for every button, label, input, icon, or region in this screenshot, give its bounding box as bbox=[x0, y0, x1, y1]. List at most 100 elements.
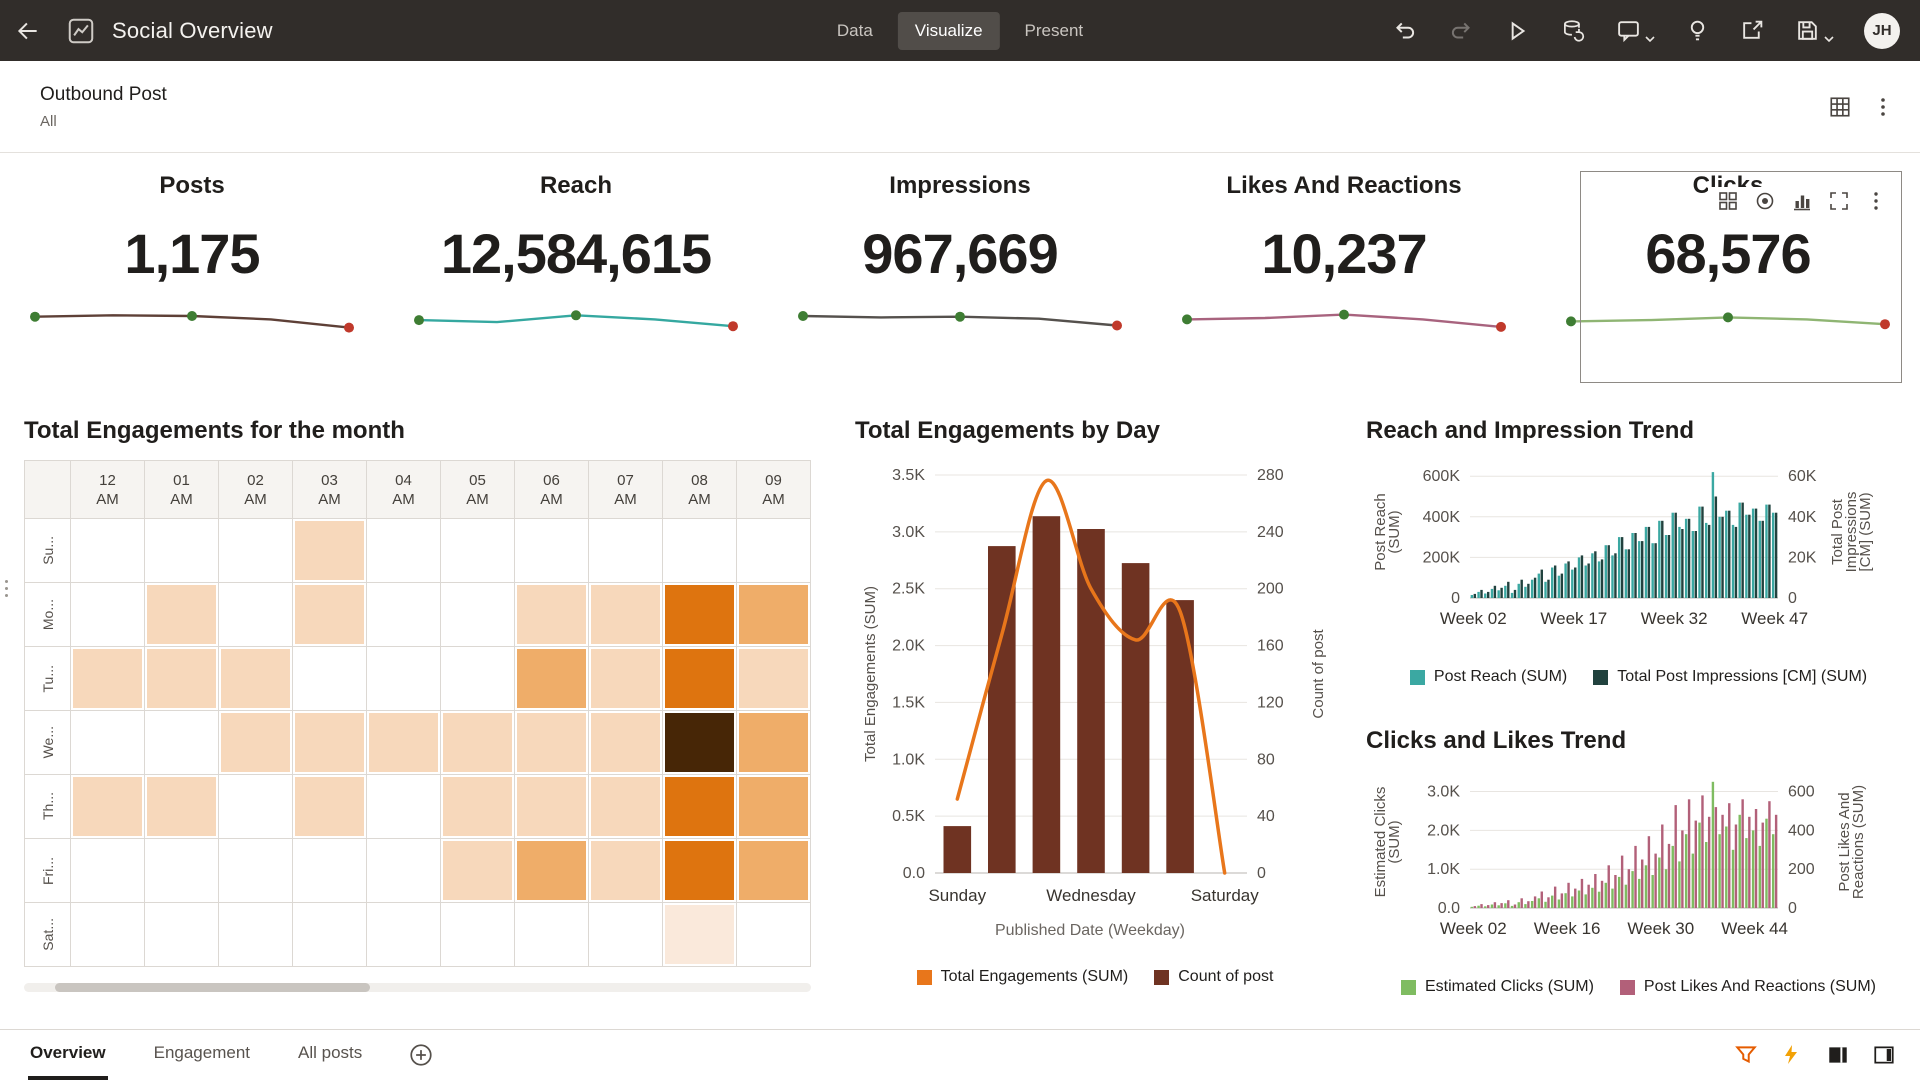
canvas-tab-overview[interactable]: Overview bbox=[28, 1030, 108, 1080]
kpi-tile-likes-and-reactions[interactable]: Likes And Reactions10,237 bbox=[1152, 171, 1536, 383]
layout-left-button[interactable] bbox=[1826, 1043, 1850, 1067]
heatmap-cell[interactable] bbox=[441, 903, 515, 967]
export-button[interactable] bbox=[1740, 18, 1765, 43]
heatmap-cell[interactable] bbox=[515, 903, 589, 967]
heatmap-cell[interactable] bbox=[441, 647, 515, 711]
heatmap-cell[interactable] bbox=[663, 775, 737, 839]
more-options-button[interactable] bbox=[1864, 189, 1888, 213]
heatmap-cell[interactable] bbox=[219, 519, 293, 583]
auto-apply-button[interactable] bbox=[1780, 1043, 1804, 1067]
panel-resize-handle[interactable] bbox=[2, 580, 10, 597]
heatmap-cell[interactable] bbox=[145, 711, 219, 775]
heatmap-cell[interactable] bbox=[737, 583, 811, 647]
heatmap-cell[interactable] bbox=[441, 519, 515, 583]
heatmap-cell[interactable] bbox=[219, 903, 293, 967]
canvas-tab-all-posts[interactable]: All posts bbox=[296, 1030, 364, 1080]
refresh-data-button[interactable] bbox=[1560, 18, 1586, 44]
heatmap-cell[interactable] bbox=[145, 775, 219, 839]
heatmap-cell[interactable] bbox=[219, 583, 293, 647]
heatmap-cell[interactable] bbox=[293, 647, 367, 711]
view-data-button[interactable] bbox=[1716, 189, 1740, 213]
heatmap-cell[interactable] bbox=[219, 839, 293, 903]
heatmap-cell[interactable] bbox=[145, 583, 219, 647]
kpi-tile-reach[interactable]: Reach12,584,615 bbox=[384, 171, 768, 383]
scrollbar-thumb[interactable] bbox=[55, 983, 370, 992]
user-avatar[interactable]: JH bbox=[1864, 13, 1900, 49]
heatmap-cell[interactable] bbox=[589, 775, 663, 839]
heatmap-cell[interactable] bbox=[737, 775, 811, 839]
heatmap-cell[interactable] bbox=[515, 775, 589, 839]
heatmap-cell[interactable] bbox=[663, 711, 737, 775]
heatmap-cell[interactable] bbox=[293, 583, 367, 647]
kpi-tile-posts[interactable]: Posts1,175 bbox=[0, 171, 384, 383]
heatmap-cell[interactable] bbox=[367, 775, 441, 839]
more-options-button[interactable] bbox=[1872, 96, 1894, 118]
heatmap-cell[interactable] bbox=[515, 839, 589, 903]
heatmap-cell[interactable] bbox=[71, 711, 145, 775]
heatmap-cell[interactable] bbox=[737, 711, 811, 775]
heatmap-cell[interactable] bbox=[293, 839, 367, 903]
heatmap-cell[interactable] bbox=[589, 647, 663, 711]
redo-button[interactable] bbox=[1448, 18, 1474, 44]
heatmap-cell[interactable] bbox=[589, 903, 663, 967]
mode-tab-data[interactable]: Data bbox=[820, 12, 890, 50]
heatmap-cell[interactable] bbox=[293, 519, 367, 583]
kpi-tile-clicks[interactable]: Clicks68,576 bbox=[1536, 171, 1920, 383]
heatmap-cell[interactable] bbox=[737, 519, 811, 583]
heatmap-cell[interactable] bbox=[145, 903, 219, 967]
heatmap-cell[interactable] bbox=[663, 647, 737, 711]
heatmap-cell[interactable] bbox=[219, 647, 293, 711]
heatmap-cell[interactable] bbox=[515, 583, 589, 647]
heatmap-cell[interactable] bbox=[441, 839, 515, 903]
add-canvas-button[interactable] bbox=[406, 1040, 436, 1070]
back-button[interactable] bbox=[0, 0, 56, 61]
heatmap-cell[interactable] bbox=[367, 519, 441, 583]
grid-view-button[interactable] bbox=[1828, 95, 1852, 119]
heatmap-cell[interactable] bbox=[367, 903, 441, 967]
heatmap-cell[interactable] bbox=[441, 711, 515, 775]
heatmap-cell[interactable] bbox=[589, 583, 663, 647]
heatmap-cell[interactable] bbox=[663, 903, 737, 967]
undo-button[interactable] bbox=[1392, 18, 1418, 44]
heatmap-cell[interactable] bbox=[737, 903, 811, 967]
heatmap-cell[interactable] bbox=[737, 647, 811, 711]
heatmap-cell[interactable] bbox=[589, 519, 663, 583]
run-button[interactable] bbox=[1504, 18, 1530, 44]
heatmap-cell[interactable] bbox=[145, 647, 219, 711]
heatmap-cell[interactable] bbox=[589, 711, 663, 775]
heatmap-cell[interactable] bbox=[71, 839, 145, 903]
heatmap-cell[interactable] bbox=[219, 775, 293, 839]
heatmap-cell[interactable] bbox=[219, 711, 293, 775]
by-day-chart[interactable]: 0.000.5K401.0K801.5K1202.0K1602.5K2003.0… bbox=[855, 450, 1335, 920]
insights-button[interactable] bbox=[1685, 18, 1710, 43]
heatmap-cell[interactable] bbox=[515, 519, 589, 583]
heatmap-cell[interactable] bbox=[515, 711, 589, 775]
heatmap-cell[interactable] bbox=[663, 519, 737, 583]
heatmap-cell[interactable] bbox=[441, 775, 515, 839]
clicks-trend-chart[interactable]: 0.001.0K2002.0K4003.0K600Week 02Week 16W… bbox=[1366, 760, 1911, 970]
canvas-tab-engagement[interactable]: Engagement bbox=[152, 1030, 252, 1080]
layout-right-button[interactable] bbox=[1872, 1043, 1896, 1067]
heatmap-cell[interactable] bbox=[367, 839, 441, 903]
maximize-button[interactable] bbox=[1827, 189, 1851, 213]
heatmap-cell[interactable] bbox=[145, 519, 219, 583]
heatmap-cell[interactable] bbox=[737, 839, 811, 903]
heatmap-cell[interactable] bbox=[293, 775, 367, 839]
focus-button[interactable] bbox=[1753, 189, 1777, 213]
heatmap-cell[interactable] bbox=[293, 711, 367, 775]
save-button[interactable] bbox=[1795, 18, 1834, 43]
comments-button[interactable] bbox=[1616, 18, 1655, 43]
heatmap-cell[interactable] bbox=[71, 647, 145, 711]
heatmap-cell[interactable] bbox=[441, 583, 515, 647]
chart-type-button[interactable] bbox=[1790, 189, 1814, 213]
heatmap-cell[interactable] bbox=[367, 583, 441, 647]
heatmap-cell[interactable] bbox=[367, 711, 441, 775]
heatmap-cell[interactable] bbox=[663, 583, 737, 647]
filter-value[interactable]: All bbox=[40, 113, 167, 130]
heatmap-cell[interactable] bbox=[515, 647, 589, 711]
heatmap-cell[interactable] bbox=[293, 903, 367, 967]
kpi-tile-impressions[interactable]: Impressions967,669 bbox=[768, 171, 1152, 383]
heatmap-cell[interactable] bbox=[589, 839, 663, 903]
canvas-filter-button[interactable] bbox=[1734, 1043, 1758, 1067]
heatmap-cell[interactable] bbox=[145, 839, 219, 903]
